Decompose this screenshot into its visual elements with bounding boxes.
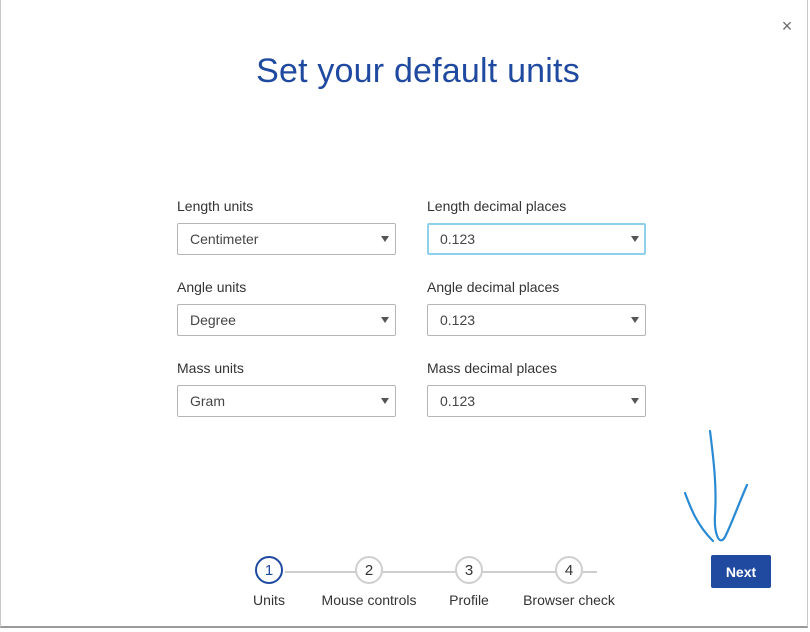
angle-decimals-value: 0.123 <box>440 312 476 328</box>
chevron-down-icon <box>381 236 389 242</box>
length-decimals-value: 0.123 <box>440 231 476 247</box>
length-units-field: Length units Centimeter <box>177 196 397 255</box>
chevron-down-icon <box>631 317 639 323</box>
chevron-down-icon <box>381 317 389 323</box>
length-decimals-select[interactable]: 0.123 <box>427 223 646 255</box>
mass-decimals-value: 0.123 <box>440 393 476 409</box>
angle-decimals-field: Angle decimal places 0.123 <box>427 277 647 336</box>
length-units-select[interactable]: Centimeter <box>177 223 396 255</box>
step-number: 1 <box>255 556 283 584</box>
step-number: 2 <box>355 556 383 584</box>
angle-decimals-select[interactable]: 0.123 <box>427 304 646 336</box>
next-button[interactable]: Next <box>711 555 771 588</box>
length-units-value: Centimeter <box>190 231 259 247</box>
length-decimals-label: Length decimal places <box>427 198 567 214</box>
mass-units-select[interactable]: Gram <box>177 385 396 417</box>
angle-units-value: Degree <box>190 312 236 328</box>
page-title: Set your default units <box>256 52 580 90</box>
angle-decimals-label: Angle decimal places <box>427 279 560 295</box>
step-browser-check[interactable]: 4 Browser check <box>509 556 629 608</box>
close-icon[interactable]: × <box>777 14 797 38</box>
step-number: 3 <box>455 556 483 584</box>
chevron-down-icon <box>631 236 639 242</box>
units-dialog: × Set your default units Length units Ce… <box>0 0 808 628</box>
angle-units-field: Angle units Degree <box>177 277 397 336</box>
setup-stepper: 1 Units 2 Mouse controls 3 Profile 4 Bro… <box>241 556 641 626</box>
mass-decimals-label: Mass decimal places <box>427 360 557 376</box>
step-number: 4 <box>555 556 583 584</box>
chevron-down-icon <box>381 398 389 404</box>
hand-drawn-arrow-icon <box>683 429 749 543</box>
mass-decimals-select[interactable]: 0.123 <box>427 385 646 417</box>
mass-units-value: Gram <box>190 393 225 409</box>
angle-units-label: Angle units <box>177 279 247 295</box>
step-label: Browser check <box>523 592 615 608</box>
mass-decimals-field: Mass decimal places 0.123 <box>427 358 647 417</box>
angle-units-select[interactable]: Degree <box>177 304 396 336</box>
mass-units-field: Mass units Gram <box>177 358 397 417</box>
mass-units-label: Mass units <box>177 360 244 376</box>
chevron-down-icon <box>631 398 639 404</box>
length-units-label: Length units <box>177 198 254 214</box>
length-decimals-field: Length decimal places 0.123 <box>427 196 647 255</box>
